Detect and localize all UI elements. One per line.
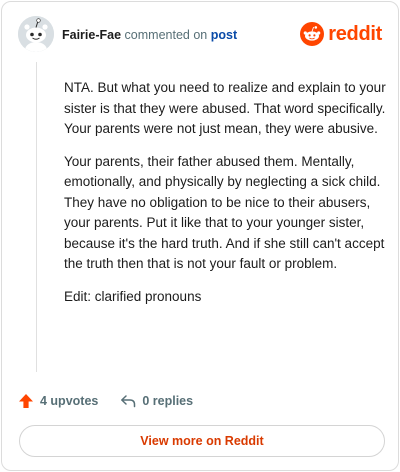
upvote-count: 4 upvotes (40, 394, 99, 408)
avatar[interactable] (18, 16, 54, 52)
comment-paragraph: Your parents, their father abused them. … (64, 153, 385, 272)
reply-arrow-icon (121, 395, 136, 408)
comment-body: NTA. But what you need to realize and ex… (64, 78, 386, 319)
comment-actions: 4 upvotes 0 replies (18, 390, 193, 412)
reply-button[interactable]: 0 replies (120, 393, 193, 409)
snoo-avatar-icon (18, 16, 54, 52)
reddit-wordmark: reddit (328, 22, 382, 45)
comment-header: Fairie-Fae commented on post reddit (18, 16, 382, 56)
byline-action-text: commented on (124, 28, 208, 42)
reddit-logo[interactable]: reddit (300, 20, 382, 48)
comment-paragraph: NTA. But what you need to realize and ex… (64, 80, 386, 136)
username[interactable]: Fairie-Fae (62, 28, 121, 42)
upvote-arrow-icon (19, 394, 33, 408)
comment-embed-card: Fairie-Fae commented on post reddit NTA.… (1, 1, 399, 471)
view-more-button[interactable]: View more on Reddit (19, 425, 385, 457)
thread-line (36, 62, 37, 372)
byline: Fairie-Fae commented on post (62, 27, 237, 43)
reddit-alien-icon (300, 22, 325, 46)
reply-count: 0 replies (142, 394, 194, 408)
comment-paragraph: Edit: clarified pronouns (64, 288, 202, 304)
post-link[interactable]: post (211, 28, 237, 42)
upvote-button[interactable]: 4 upvotes (18, 393, 98, 409)
